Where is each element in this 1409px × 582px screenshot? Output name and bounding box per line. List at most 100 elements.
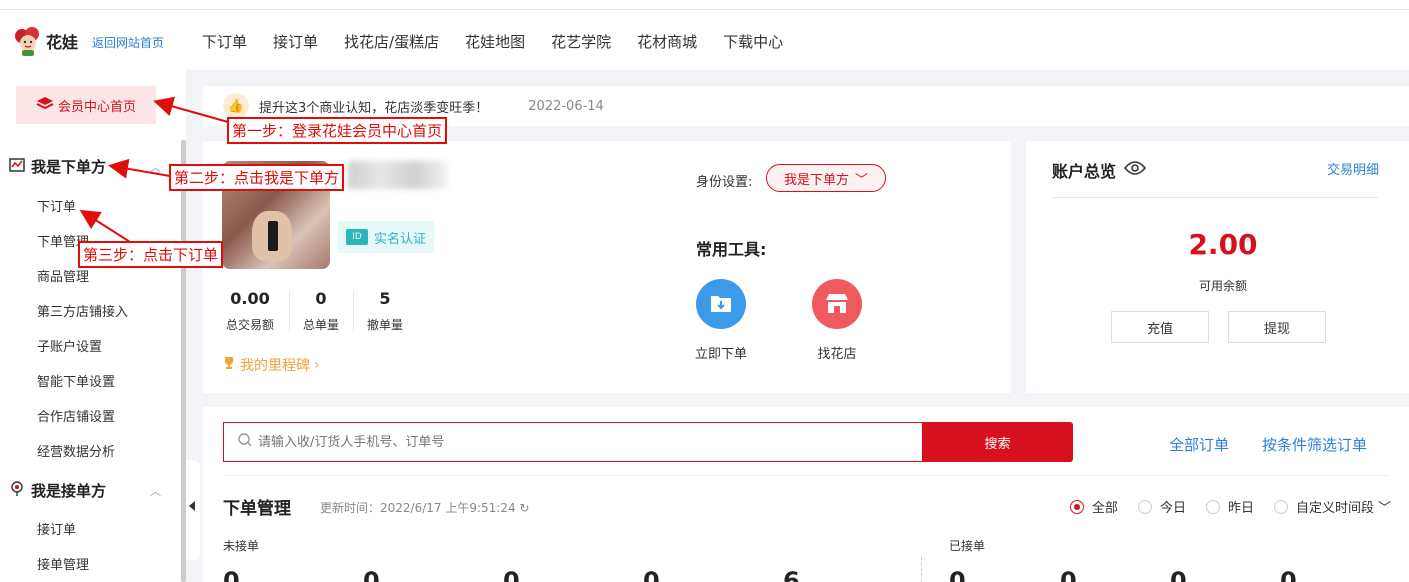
sidebar-item-smart-order[interactable]: 智能下单设置 bbox=[37, 371, 115, 390]
sidebar-item-accept-management[interactable]: 接单管理 bbox=[37, 554, 89, 573]
main-nav: 下订单 接订单 找花店/蛋糕店 花娃地图 花艺学院 花材商城 下载中心 bbox=[202, 31, 809, 52]
chevron-right-icon: › bbox=[314, 357, 320, 373]
chevron-down-icon: ﹀ bbox=[855, 172, 869, 188]
flower-doll-logo-icon bbox=[12, 25, 44, 57]
account-title-label: 账户总览 bbox=[1052, 162, 1117, 181]
stat-divider bbox=[353, 291, 354, 331]
sidebar-item-third-party-shop[interactable]: 第三方店铺接入 bbox=[37, 301, 128, 320]
radio-label: 昨日 bbox=[1227, 501, 1254, 516]
time-range-radio-group: 全部 今日 昨日 自定义时间段 ﹀ bbox=[1069, 497, 1391, 516]
count-value[interactable]: 0 bbox=[643, 567, 660, 582]
section-orderer-title: 我是下单方 bbox=[31, 158, 107, 176]
tool-label: 立即下单 bbox=[694, 347, 747, 362]
recharge-button[interactable]: 充值 bbox=[1111, 311, 1209, 343]
count-value[interactable]: 0 bbox=[503, 567, 520, 582]
logo[interactable]: 花娃 bbox=[12, 25, 78, 57]
all-orders-link[interactable]: 全部订单 bbox=[1169, 434, 1229, 455]
section-receiver-title: 我是接单方 bbox=[31, 482, 107, 500]
updated-time: 更新时间：2022/6/17 上午9:51:24 ↻ bbox=[320, 499, 529, 516]
sidebar-item-partner-shops[interactable]: 合作店铺设置 bbox=[37, 406, 115, 425]
milestone-link[interactable]: 我的里程碑 › bbox=[222, 355, 320, 375]
stat-value: 0.00 bbox=[230, 289, 270, 308]
member-center-home-button[interactable]: 会员中心首页 bbox=[16, 86, 156, 124]
search-icon bbox=[238, 433, 252, 451]
stat-cancelled-orders: 5 撤单量 bbox=[365, 289, 405, 333]
chevron-up-icon[interactable]: ︿ bbox=[150, 159, 161, 175]
eye-icon[interactable] bbox=[1123, 160, 1147, 180]
sidebar-item-place-order[interactable]: 下订单 bbox=[37, 196, 76, 215]
verify-label: 实名认证 bbox=[374, 231, 427, 247]
divider bbox=[1052, 197, 1378, 198]
sidebar-item-sub-accounts[interactable]: 子账户设置 bbox=[37, 336, 102, 355]
radio-unchecked-icon bbox=[1205, 499, 1220, 514]
blurred-username bbox=[348, 161, 448, 189]
count-value[interactable]: 0 bbox=[1060, 567, 1077, 582]
filter-orders-link[interactable]: 按条件筛选订单 bbox=[1262, 434, 1367, 455]
radio-unchecked-icon bbox=[1137, 499, 1152, 514]
section-receiver[interactable]: 我是接单方 bbox=[9, 480, 106, 501]
member-center-home-label: 会员中心首页 bbox=[57, 99, 136, 115]
sidebar-item-business-analytics[interactable]: 经营数据分析 bbox=[37, 441, 115, 460]
transaction-detail-link[interactable]: 交易明细 bbox=[1327, 159, 1379, 178]
role-select[interactable]: 我是下单方 ﹀ bbox=[766, 164, 886, 192]
stat-total-amount: 0.00 总交易额 bbox=[225, 289, 275, 333]
count-value[interactable]: 0 bbox=[363, 567, 380, 582]
radio-label: 今日 bbox=[1159, 501, 1186, 516]
order-management-title: 下单管理 bbox=[223, 499, 291, 519]
annotation-step-3: 第三步：点击下订单 bbox=[78, 241, 224, 268]
search-button[interactable]: 搜索 bbox=[922, 422, 1073, 462]
role-value: 我是下单方 bbox=[783, 172, 849, 188]
nav-materials-mall[interactable]: 花材商城 bbox=[637, 31, 697, 52]
nav-find-shop[interactable]: 找花店/蛋糕店 bbox=[344, 31, 439, 52]
stat-value: 5 bbox=[379, 289, 391, 308]
count-value[interactable]: 0 bbox=[1280, 567, 1297, 582]
radio-yesterday[interactable]: 昨日 bbox=[1205, 497, 1254, 516]
tools-title: 常用工具: bbox=[696, 240, 767, 259]
tool-place-order[interactable]: 立即下单 bbox=[686, 279, 756, 362]
radio-today[interactable]: 今日 bbox=[1137, 497, 1186, 516]
trophy-icon bbox=[222, 356, 236, 374]
stat-label: 撤单量 bbox=[366, 318, 403, 332]
search-input[interactable] bbox=[258, 434, 858, 450]
tool-label: 找花店 bbox=[817, 347, 857, 362]
sidebar bbox=[0, 70, 186, 582]
account-title: 账户总览 bbox=[1052, 158, 1147, 182]
stat-total-orders: 0 总单量 bbox=[301, 289, 341, 333]
back-to-site-home-link[interactable]: 返回网站首页 bbox=[92, 34, 164, 51]
stat-label: 总单量 bbox=[302, 318, 339, 332]
count-value[interactable]: 0 bbox=[949, 567, 966, 582]
radio-all[interactable]: 全部 bbox=[1069, 497, 1118, 516]
id-card-icon: ID bbox=[346, 229, 368, 245]
tool-find-shop[interactable]: 找花店 bbox=[802, 279, 872, 362]
nav-map[interactable]: 花娃地图 bbox=[465, 31, 525, 52]
nav-place-order[interactable]: 下订单 bbox=[202, 31, 247, 52]
sidebar-item-accept-order[interactable]: 接订单 bbox=[37, 519, 76, 538]
nav-academy[interactable]: 花艺学院 bbox=[551, 31, 611, 52]
top-divider bbox=[0, 9, 1409, 10]
count-value[interactable]: 0 bbox=[1170, 567, 1187, 582]
chevron-up-icon[interactable]: ︿ bbox=[150, 483, 161, 499]
real-name-verify-badge[interactable]: ID 实名认证 bbox=[338, 221, 435, 253]
refresh-icon[interactable]: ↻ bbox=[516, 501, 529, 515]
sidebar-item-product-management[interactable]: 商品管理 bbox=[37, 266, 89, 285]
divider bbox=[921, 557, 922, 582]
nav-accept-order[interactable]: 接订单 bbox=[273, 31, 318, 52]
nav-download-center[interactable]: 下载中心 bbox=[723, 31, 783, 52]
section-orderer[interactable]: 我是下单方 bbox=[9, 156, 106, 177]
radio-custom[interactable]: 自定义时间段 ﹀ bbox=[1273, 497, 1391, 516]
search-box bbox=[223, 422, 923, 462]
flower-icon bbox=[9, 480, 25, 501]
radio-label: 全部 bbox=[1091, 501, 1118, 516]
count-value[interactable]: 6 bbox=[783, 567, 800, 582]
account-overview-card: 账户总览 交易明细 2.00 可用余额 充值 提现 bbox=[1026, 141, 1409, 393]
count-value[interactable]: 0 bbox=[223, 567, 240, 582]
notice-text[interactable]: 提升这3个商业认知，花店淡季变旺季！ bbox=[259, 97, 488, 116]
accepted-label: 已接单 bbox=[949, 539, 986, 553]
notice-date: 2022-06-14 bbox=[528, 98, 604, 114]
withdraw-button[interactable]: 提现 bbox=[1228, 311, 1326, 343]
annotation-step-1: 第一步：登录花娃会员中心首页 bbox=[227, 117, 448, 144]
stat-value: 0 bbox=[315, 289, 327, 308]
stat-label: 总交易额 bbox=[225, 318, 274, 332]
layers-icon bbox=[36, 96, 54, 114]
chart-line-icon bbox=[9, 157, 25, 176]
